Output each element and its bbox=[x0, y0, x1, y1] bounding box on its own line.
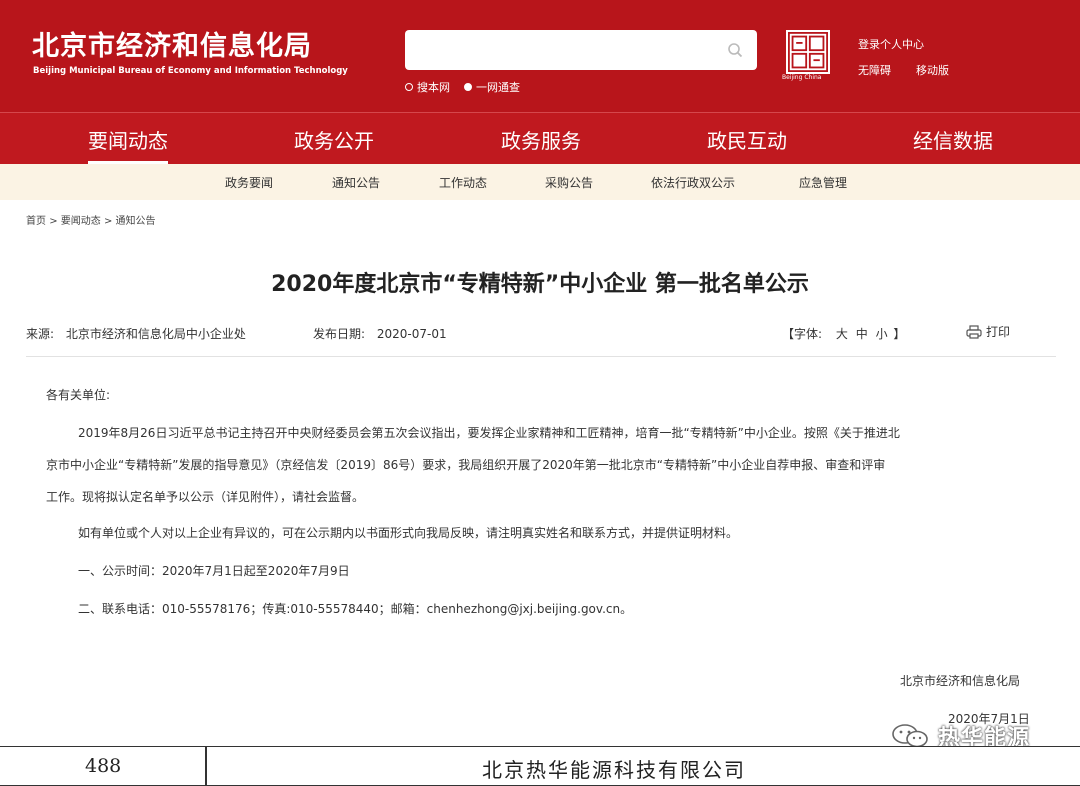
source-label: 来源: bbox=[26, 327, 55, 341]
paragraph-4: 二、联系电话：010-55578176；传真:010-55578440；邮箱：c… bbox=[78, 602, 633, 616]
paragraph-3: 一、公示时间：2020年7月1日起至2020年7月9日 bbox=[78, 564, 350, 578]
article-date: 发布日期: 2020-07-01 bbox=[313, 325, 447, 342]
subnav-item-news[interactable]: 政务要闻 bbox=[225, 174, 273, 191]
meta-divider bbox=[26, 356, 1056, 357]
font-size-large[interactable]: 大 bbox=[836, 327, 848, 341]
subnav-item-notices[interactable]: 通知公告 bbox=[332, 174, 380, 191]
font-size-small[interactable]: 小 bbox=[876, 327, 888, 341]
site-logo-subtitle: Beijing Municipal Bureau of Economy and … bbox=[33, 66, 348, 76]
article-source: 来源: 北京市经济和信息化局中小企业处 bbox=[26, 325, 246, 342]
table-row: 488 北京热华能源科技有限公司 bbox=[0, 746, 1080, 786]
paragraph-1-line-1: 2019年8月26日习近平总书记主持召开中央财经委员会第五次会议指出，要发挥企业… bbox=[78, 426, 900, 440]
breadcrumb-separator: > bbox=[103, 216, 116, 227]
subnav-item-emergency[interactable]: 应急管理 bbox=[799, 174, 847, 191]
accessibility-link[interactable]: 无障碍 bbox=[858, 62, 891, 78]
user-center-link[interactable]: 登录个人中心 bbox=[858, 36, 924, 52]
print-button[interactable]: 打印 bbox=[966, 323, 1010, 340]
subnav-item-procurement[interactable]: 采购公告 bbox=[545, 174, 593, 191]
emblem-caption: Beijing China bbox=[782, 74, 822, 81]
site-logo-title[interactable]: 北京市经济和信息化局 bbox=[32, 24, 312, 63]
signature-org: 北京市经济和信息化局 bbox=[900, 674, 1021, 688]
print-label: 打印 bbox=[986, 325, 1011, 339]
printer-icon bbox=[966, 324, 982, 339]
search-input[interactable] bbox=[405, 30, 757, 70]
sub-nav: 政务要闻 通知公告 工作动态 采购公告 依法行政双公示 应急管理 bbox=[0, 164, 1080, 200]
radio-icon bbox=[405, 83, 413, 91]
search-icon[interactable] bbox=[727, 42, 743, 58]
nav-item-interaction[interactable]: 政民互动 bbox=[707, 125, 787, 154]
scope-option-label: 一网通查 bbox=[476, 81, 520, 94]
cell-divider bbox=[205, 747, 207, 786]
scope-option-all[interactable]: 一网通查 bbox=[464, 79, 520, 95]
row-number: 488 bbox=[85, 755, 122, 777]
article-title: 2020年度北京市“专精特新”中小企业 第一批名单公示 bbox=[271, 272, 809, 297]
search-scope: 搜本网 一网通查 bbox=[405, 79, 520, 95]
date-value: 2020-07-01 bbox=[376, 327, 447, 341]
main-nav: 要闻动态 政务公开 政务服务 政民互动 经信数据 bbox=[0, 112, 1080, 164]
font-size-label: 【字体: bbox=[782, 327, 823, 341]
scope-option-site[interactable]: 搜本网 bbox=[405, 79, 450, 95]
source-value: 北京市经济和信息化局中小企业处 bbox=[65, 327, 246, 341]
subnav-item-work[interactable]: 工作动态 bbox=[439, 174, 487, 191]
font-size-medium[interactable]: 中 bbox=[856, 327, 868, 341]
nav-item-services[interactable]: 政务服务 bbox=[501, 125, 581, 154]
search-box bbox=[405, 30, 757, 70]
breadcrumb-news[interactable]: 要闻动态 bbox=[61, 216, 101, 227]
breadcrumb-separator: > bbox=[49, 216, 61, 227]
nav-item-news[interactable]: 要闻动态 bbox=[88, 125, 168, 164]
date-label: 发布日期: bbox=[313, 327, 366, 341]
subnav-item-disclosure[interactable]: 依法行政双公示 bbox=[651, 174, 735, 191]
company-name: 北京热华能源科技有限公司 bbox=[482, 758, 746, 782]
nav-item-government-affairs[interactable]: 政务公开 bbox=[294, 125, 374, 154]
paragraph-2: 如有单位或个人对以上企业有异议的，可在公示期内以书面形式向我局反映，请注明真实姓… bbox=[78, 526, 739, 540]
font-size-close: 】 bbox=[893, 327, 906, 341]
emblem-logo-icon bbox=[786, 30, 830, 74]
nav-item-data[interactable]: 经信数据 bbox=[913, 125, 993, 154]
paragraph-1-line-3: 工作。现将拟认定名单予以公示（详见附件），请社会监督。 bbox=[46, 490, 365, 504]
site-header: 北京市经济和信息化局 Beijing Municipal Bureau of E… bbox=[0, 0, 1080, 112]
breadcrumb-notices[interactable]: 通知公告 bbox=[116, 216, 156, 227]
font-size-control: 【字体: 大 中 小 】 bbox=[782, 325, 905, 342]
mobile-version-link[interactable]: 移动版 bbox=[916, 62, 949, 78]
breadcrumb: 首页 > 要闻动态 > 通知公告 bbox=[26, 212, 156, 227]
salutation: 各有关单位: bbox=[46, 388, 111, 402]
scope-option-label: 搜本网 bbox=[417, 81, 450, 94]
breadcrumb-home[interactable]: 首页 bbox=[26, 216, 46, 227]
radio-checked-icon bbox=[464, 83, 472, 91]
paragraph-1-line-2: 京市中小企业“专精特新”发展的指导意见》（京经信发〔2019〕86号）要求，我局… bbox=[46, 458, 886, 472]
